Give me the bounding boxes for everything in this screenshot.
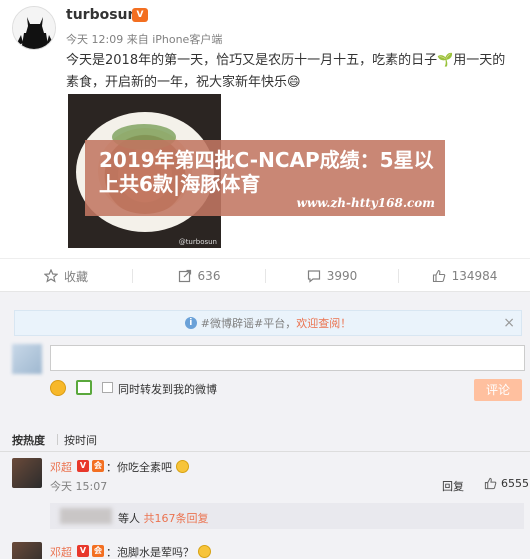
comment-text: ：你吃全素吧 [106, 459, 189, 475]
emoji-icon[interactable] [50, 380, 66, 396]
comment-button[interactable]: 3990 [266, 259, 398, 293]
repost-count: 636 [197, 269, 221, 283]
repost-checkbox-label: 同时转发到我的微博 [118, 383, 217, 396]
comment-input[interactable] [50, 345, 525, 371]
vip-badge-icon: 会 [92, 460, 104, 472]
commenter-name[interactable]: 邓超 [50, 544, 72, 559]
emoji-icon [175, 460, 189, 473]
like-count: 134984 [451, 269, 498, 283]
close-icon[interactable]: × [503, 315, 515, 331]
sub-reply-summary: 等人 共167条回复 [118, 512, 209, 525]
sort-by-time-tab[interactable]: 按时间 [64, 432, 97, 448]
commenter-avatar[interactable] [12, 542, 42, 559]
comment-like-count: 6555 [501, 477, 529, 490]
submit-comment-button[interactable]: 评论 [474, 379, 522, 401]
post-content: 今天是2018年的第一天，恰巧又是农历十一月十五，吃素的日子🌱用一天的素食，开启… [66, 53, 506, 90]
emoji-icon [197, 545, 211, 558]
verified-badge-icon: V [77, 545, 89, 557]
thumbs-up-icon [432, 269, 445, 283]
image-icon[interactable] [76, 380, 92, 395]
comments-section: i #微博辟谣#平台， 欢迎查阅！ × 同时转发到我的微博 评论 按热度 按时间… [0, 292, 530, 559]
info-icon: i [184, 317, 197, 329]
batman-avatar-icon [13, 7, 55, 49]
ad-overlay-title: 2019年第四批C-NCAP成绩：5星以上共6款|海豚体育 [99, 148, 434, 196]
comment-sort-bar: 按热度 按时间 [0, 426, 530, 452]
sub-reply-thread[interactable]: 等人 共167条回复 [50, 503, 524, 529]
post-action-bar: 收藏 636 3990 134984 [0, 258, 530, 292]
sort-by-hot-tab[interactable]: 按热度 [12, 432, 45, 448]
vip-badge-icon: 会 [92, 545, 104, 557]
vip-badge-icon[interactable]: V [132, 8, 148, 22]
divider [57, 434, 58, 445]
sub-reply-count[interactable]: 共167条回复 [144, 512, 209, 525]
comment-like-button[interactable]: 6555 [484, 477, 529, 490]
comment-count: 3990 [326, 269, 358, 283]
notice-link[interactable]: 欢迎查阅！ [296, 315, 351, 331]
current-user-avatar [12, 344, 42, 374]
weibo-post: turbosun V 今天 12:09 来自 iPhone客户端 今天是2018… [0, 0, 530, 258]
star-icon [43, 269, 58, 283]
repost-checkbox[interactable] [102, 382, 113, 393]
comment-text: ：泡脚水是荤吗？ [106, 544, 211, 559]
photo-watermark: @turbosun [178, 238, 217, 246]
commenter-avatar[interactable] [12, 458, 42, 488]
post-meta: 今天 12:09 来自 iPhone客户端 [66, 33, 223, 46]
user-avatar[interactable] [12, 6, 56, 50]
favorite-button[interactable]: 收藏 [0, 259, 132, 293]
repost-button[interactable]: 636 [133, 259, 265, 293]
redacted-names [60, 508, 112, 524]
comment-time: 今天 15:07 [50, 480, 108, 493]
ad-overlay-url: www.zh-htty168.com [296, 196, 436, 210]
like-button[interactable]: 134984 [399, 259, 530, 293]
username[interactable]: turbosun [66, 7, 137, 23]
reply-link[interactable]: 回复 [442, 478, 464, 494]
ad-overlay: 2019年第四批C-NCAP成绩：5星以上共6款|海豚体育 www.zh-htt… [85, 140, 445, 216]
commenter-name[interactable]: 邓超 [50, 459, 72, 475]
favorite-label: 收藏 [63, 269, 88, 284]
notice-text: #微博辟谣#平台， [200, 317, 297, 330]
thumbs-up-icon [484, 477, 497, 490]
rumor-notice: i #微博辟谣#平台， 欢迎查阅！ × [14, 310, 522, 336]
comment-icon [307, 270, 320, 283]
repost-icon [178, 269, 191, 283]
verified-badge-icon: V [77, 460, 89, 472]
